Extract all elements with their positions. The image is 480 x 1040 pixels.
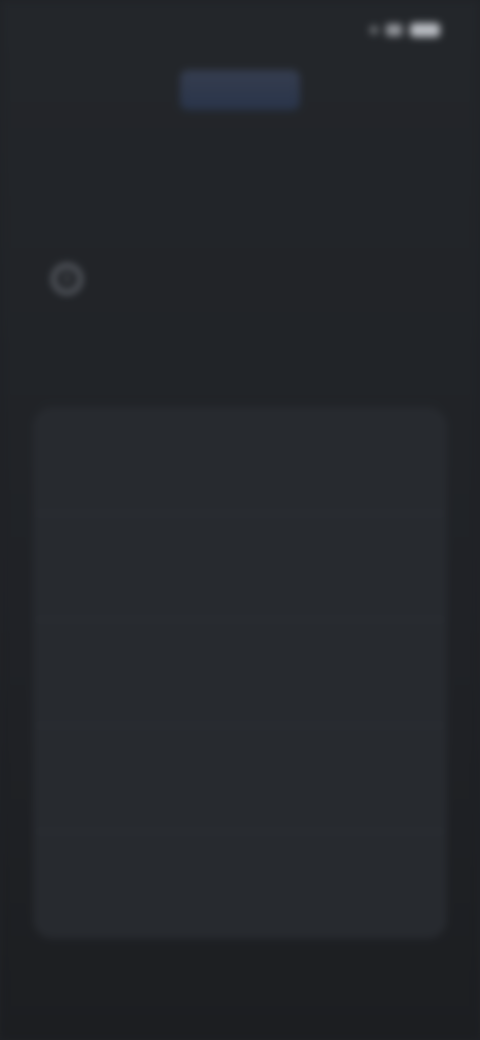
option-item-5[interactable] [34,832,446,938]
signal-icon [386,24,402,36]
battery-icon [410,23,440,37]
option-item-2[interactable] [34,514,446,620]
option-item-1[interactable] [34,408,446,514]
status-time [40,18,136,40]
logo-wrap [0,70,480,115]
screen: i [0,0,480,1040]
options-card [34,408,446,938]
notification-dot-icon [370,26,378,34]
info-icon: i [52,264,82,294]
notice: i [40,258,440,318]
status-bar [0,0,480,60]
status-icons [370,22,440,38]
option-item-4[interactable] [34,726,446,832]
option-item-3[interactable] [34,620,446,726]
app-logo-icon [180,70,300,110]
